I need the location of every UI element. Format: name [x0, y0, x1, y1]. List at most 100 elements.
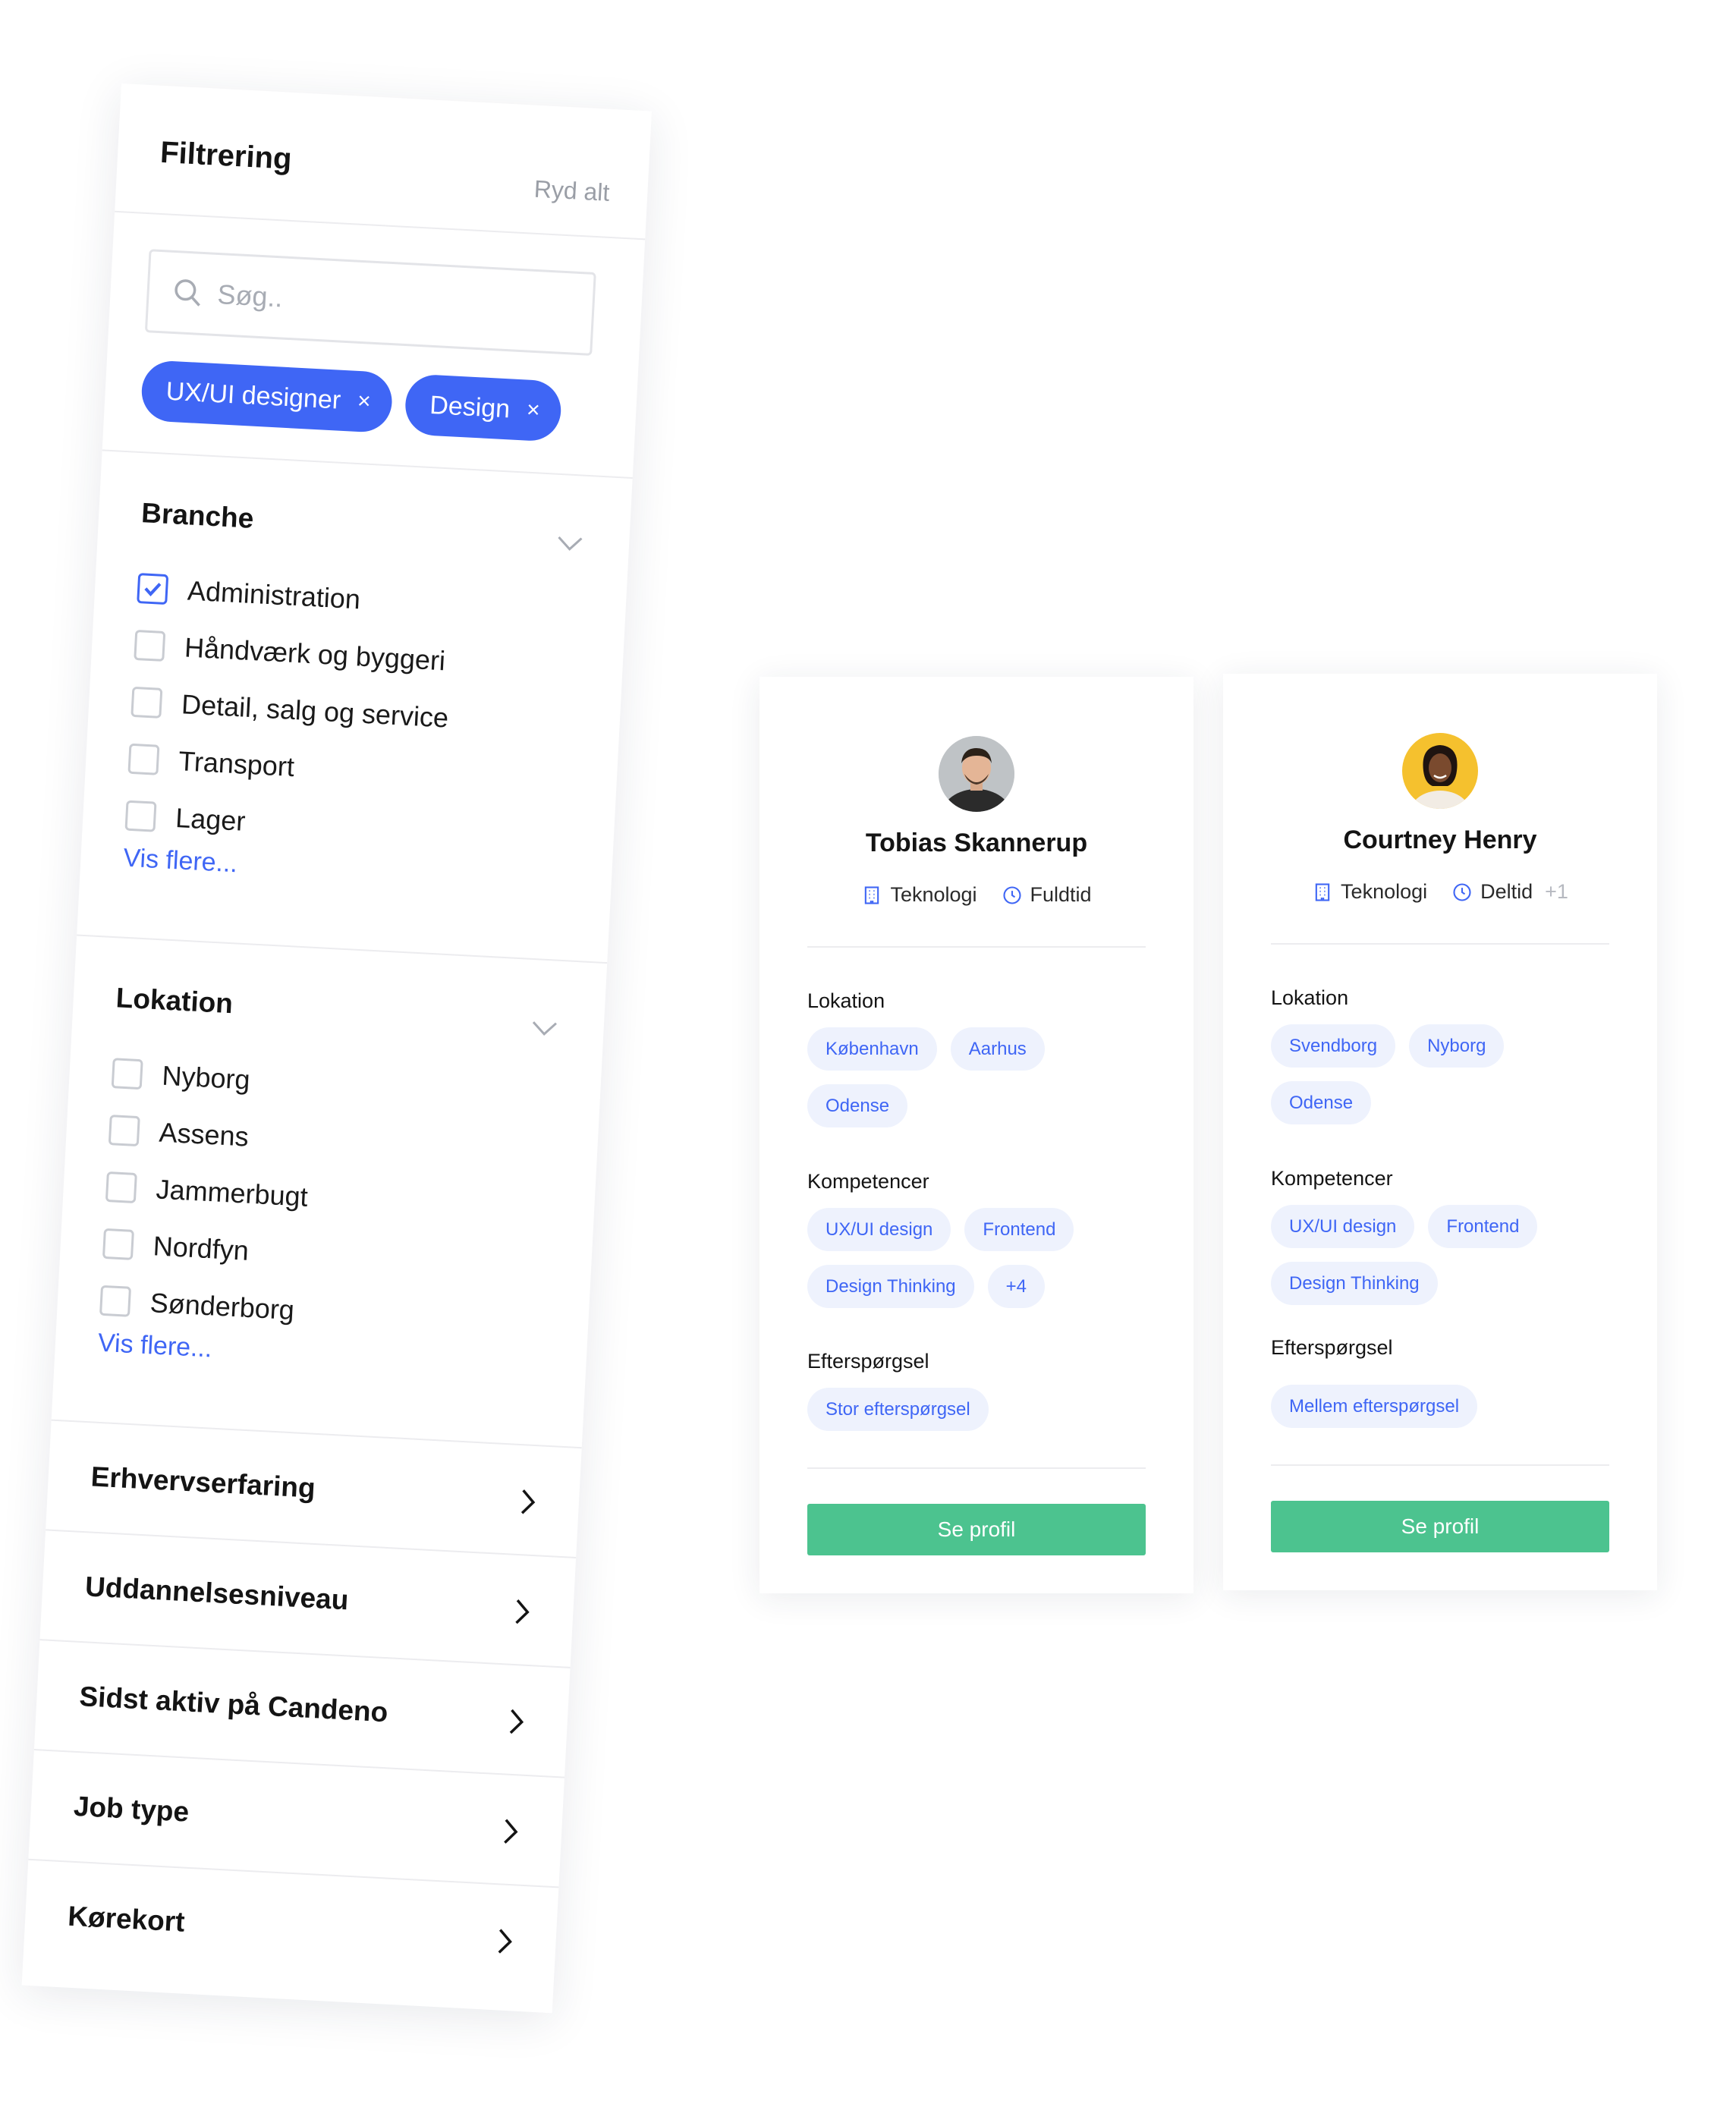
location-tag[interactable]: Svendborg: [1271, 1024, 1396, 1068]
divider: [807, 946, 1146, 948]
more-skills-tag[interactable]: +4: [987, 1265, 1046, 1308]
location-tag[interactable]: Nyborg: [1409, 1024, 1505, 1068]
filter-chip-ux-ui-designer[interactable]: UX/UI designer ×: [140, 360, 394, 434]
option-assens[interactable]: Assens: [108, 1101, 313, 1168]
industry-label: Teknologi: [890, 883, 977, 906]
demand-tags: Mellem efterspørgsel: [1271, 1385, 1612, 1428]
option-jammerbugt[interactable]: Jammerbugt: [105, 1158, 310, 1225]
location-tag[interactable]: Odense: [1271, 1081, 1372, 1124]
avatar: [939, 736, 1014, 812]
location-title: Lokation: [1271, 986, 1349, 1009]
demand-title: Efterspørgsel: [1271, 1336, 1393, 1359]
skill-tag[interactable]: UX/UI design: [807, 1208, 951, 1251]
active-filter-chips: UX/UI designer × Design ×: [140, 360, 563, 442]
see-profile-button[interactable]: Se profil: [1271, 1501, 1609, 1552]
checkbox[interactable]: [105, 1171, 137, 1203]
option-label: Nyborg: [161, 1059, 251, 1096]
checkbox-checked[interactable]: [137, 572, 169, 605]
filter-group-lokation: Lokation Nyborg Assens Jammerbugt Nordfy…: [51, 936, 608, 1449]
industry: Teknologi: [861, 883, 977, 907]
skills-title: Kompetencer: [807, 1170, 929, 1193]
job-type: Fuldtid: [1002, 883, 1092, 907]
option-label: Håndværk og byggeri: [184, 631, 447, 676]
see-profile-button[interactable]: Se profil: [807, 1504, 1146, 1555]
filter-chip-design[interactable]: Design ×: [404, 373, 563, 442]
close-icon[interactable]: ×: [357, 388, 371, 415]
divider: [1271, 943, 1609, 945]
checkbox[interactable]: [124, 800, 157, 832]
show-more-link[interactable]: Vis flere...: [97, 1329, 212, 1364]
checkbox[interactable]: [102, 1228, 134, 1260]
candidate-name: Courtney Henry: [1343, 826, 1537, 854]
skill-tag[interactable]: Frontend: [964, 1208, 1074, 1251]
clock-icon: [1002, 885, 1021, 904]
option-label: Sønderborg: [149, 1286, 295, 1326]
chip-label: Design: [429, 390, 511, 423]
chevron-right-icon: [504, 1819, 518, 1844]
chevron-down-icon[interactable]: [530, 1019, 558, 1039]
chevron-right-icon: [515, 1599, 530, 1624]
candidate-meta: Teknologi Deltid +1: [1223, 880, 1657, 904]
branche-options: Administration Håndværk og byggeri Detai…: [124, 559, 456, 860]
checkbox[interactable]: [99, 1285, 132, 1317]
checkbox[interactable]: [127, 743, 160, 775]
skill-tags: UX/UI design Frontend Design Thinking +4: [807, 1208, 1149, 1308]
skill-tag[interactable]: Frontend: [1428, 1205, 1538, 1248]
search-input[interactable]: [216, 278, 568, 329]
industry-label: Teknologi: [1341, 880, 1428, 903]
clear-all-button[interactable]: Ryd alt: [533, 175, 610, 207]
filter-title: Filtrering: [159, 135, 293, 176]
option-nordfyn[interactable]: Nordfyn: [102, 1215, 307, 1282]
industry: Teknologi: [1312, 880, 1427, 904]
candidate-name: Tobias Skannerup: [865, 829, 1088, 857]
chevron-down-icon[interactable]: [555, 534, 583, 554]
location-tag[interactable]: København: [807, 1027, 937, 1071]
profile-card: Courtney Henry Teknologi Deltid +1 Lokat…: [1223, 674, 1657, 1590]
option-soenderborg[interactable]: Sønderborg: [99, 1272, 303, 1339]
checkbox[interactable]: [134, 629, 166, 662]
group-title-branche: Branche: [140, 497, 255, 534]
search-box[interactable]: [144, 249, 596, 356]
demand-tag: Mellem efterspørgsel: [1271, 1385, 1478, 1428]
filter-group-branche: Branche Administration Håndværk og bygge…: [77, 451, 633, 964]
checkmark-icon: [144, 582, 162, 596]
skill-tag[interactable]: Design Thinking: [1271, 1262, 1438, 1305]
skill-tag[interactable]: UX/UI design: [1271, 1205, 1415, 1248]
row-title: Sidst aktiv på Candeno: [78, 1681, 389, 1728]
building-icon: [1315, 882, 1330, 901]
row-title: Uddannelsesniveau: [84, 1571, 350, 1616]
location-tag[interactable]: Aarhus: [950, 1027, 1045, 1071]
job-type: Deltid +1: [1451, 880, 1568, 904]
show-more-link[interactable]: Vis flere...: [123, 844, 238, 879]
close-icon[interactable]: ×: [526, 398, 540, 424]
skills-title: Kompetencer: [1271, 1167, 1393, 1190]
location-tag[interactable]: Odense: [807, 1084, 908, 1127]
option-nyborg[interactable]: Nyborg: [111, 1044, 316, 1112]
option-label: Assens: [158, 1116, 250, 1153]
search-icon: [175, 279, 200, 307]
profile-card: Tobias Skannerup Teknologi Fuldtid Lokat…: [760, 677, 1194, 1593]
chevron-right-icon: [520, 1489, 536, 1514]
checkbox[interactable]: [131, 686, 163, 719]
search-section: UX/UI designer × Design ×: [102, 212, 646, 479]
skill-tag[interactable]: Design Thinking: [807, 1265, 974, 1308]
option-label: Jammerbugt: [155, 1172, 309, 1212]
candidate-meta: Teknologi Fuldtid: [760, 883, 1194, 907]
option-label: Nordfyn: [152, 1229, 250, 1266]
job-type-label: Deltid: [1480, 880, 1533, 903]
skill-tags: UX/UI design Frontend Design Thinking: [1271, 1205, 1612, 1305]
row-title: Job type: [73, 1790, 190, 1828]
checkbox[interactable]: [108, 1114, 140, 1146]
lokation-options: Nyborg Assens Jammerbugt Nordfyn Sønderb…: [99, 1044, 315, 1338]
group-title-lokation: Lokation: [115, 982, 234, 1020]
divider: [1271, 1464, 1609, 1466]
option-label: Transport: [178, 744, 295, 782]
demand-tags: Stor efterspørgsel: [807, 1388, 1149, 1431]
chevron-right-icon: [498, 1929, 512, 1954]
demand-title: Efterspørgsel: [807, 1350, 929, 1373]
row-title: Erhvervserfaring: [90, 1461, 316, 1504]
location-title: Lokation: [807, 989, 885, 1012]
demand-tag: Stor efterspørgsel: [807, 1388, 989, 1431]
building-icon: [865, 885, 879, 904]
checkbox[interactable]: [111, 1057, 143, 1090]
